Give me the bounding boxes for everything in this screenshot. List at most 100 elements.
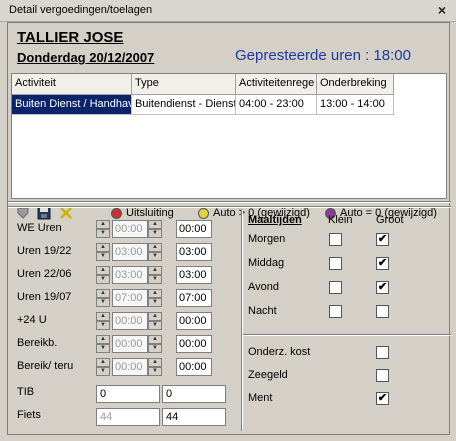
hours-row-label: Uren 22/06 [17, 268, 72, 280]
spin-down-icon[interactable]: ▼ [96, 298, 110, 307]
time-from-input[interactable]: 00:00 [112, 335, 148, 353]
extra-label: Zeegeld [248, 369, 288, 381]
time-to-input[interactable]: 00:00 [176, 358, 212, 376]
time-spinner[interactable]: ▲ ▼ [96, 220, 110, 238]
spin-down-icon[interactable]: ▼ [96, 321, 110, 330]
spin-up-icon[interactable]: ▲ [148, 289, 162, 298]
divider [8, 206, 451, 208]
meal-large-checkbox[interactable] [376, 305, 389, 318]
spin-down-icon[interactable]: ▼ [148, 367, 162, 376]
time-spinner[interactable]: ▲ ▼ [96, 243, 110, 261]
extra-checkbox[interactable]: ✔ [376, 392, 389, 405]
tib-label: TIB [17, 386, 35, 398]
grid-cell-onderbreking[interactable]: 13:00 - 14:00 [317, 95, 394, 115]
legend-label: Uitsluiting [126, 207, 174, 219]
meal-small-checkbox[interactable] [329, 281, 342, 294]
meal-large-checkbox[interactable]: ✔ [376, 281, 389, 294]
meal-small-checkbox[interactable] [329, 305, 342, 318]
spin-down-icon[interactable]: ▼ [148, 275, 162, 284]
meal-large-checkbox[interactable]: ✔ [376, 233, 389, 246]
grid-cell-type[interactable]: Buitendienst - Dienst [132, 95, 236, 115]
column-header-activiteitenregeling[interactable]: Activiteitenrege [236, 74, 317, 95]
extra-label: Ment [248, 392, 273, 404]
spin-down-icon[interactable]: ▼ [96, 367, 110, 376]
date-label: Donderdag 20/12/2007 [17, 50, 155, 65]
spin-up-icon[interactable]: ▲ [96, 358, 110, 367]
close-icon[interactable]: × [434, 3, 450, 19]
time-from-input[interactable]: 03:00 [112, 266, 148, 284]
time-to-input[interactable]: 00:00 [176, 312, 212, 330]
extra-checkbox[interactable] [376, 346, 389, 359]
spin-up-icon[interactable]: ▲ [96, 266, 110, 275]
spin-down-icon[interactable]: ▼ [96, 252, 110, 261]
time-from-input[interactable]: 00:00 [112, 312, 148, 330]
spin-up-icon[interactable]: ▲ [148, 220, 162, 229]
time-spinner[interactable]: ▲ ▼ [96, 289, 110, 307]
spin-up-icon[interactable]: ▲ [148, 312, 162, 321]
spin-down-icon[interactable]: ▼ [148, 344, 162, 353]
window-title: Detail vergoedingen/toelagen [9, 4, 153, 16]
tib-right-input[interactable]: 0 [162, 385, 226, 403]
column-header-onderbreking[interactable]: Onderbreking [317, 74, 394, 95]
tib-left-input[interactable]: 0 [96, 385, 160, 403]
fiets-right-input[interactable]: 44 [162, 408, 226, 426]
save-icon[interactable] [37, 206, 51, 220]
time-to-input[interactable]: 00:00 [176, 220, 212, 238]
time-spinner[interactable]: ▲ ▼ [148, 289, 162, 307]
meal-small-checkbox[interactable] [329, 233, 342, 246]
spin-down-icon[interactable]: ▼ [148, 229, 162, 238]
time-spinner[interactable]: ▲ ▼ [96, 266, 110, 284]
spin-up-icon[interactable]: ▲ [96, 220, 110, 229]
time-spinner[interactable]: ▲ ▼ [96, 358, 110, 376]
spin-up-icon[interactable]: ▲ [96, 335, 110, 344]
meal-large-checkbox[interactable]: ✔ [376, 257, 389, 270]
spin-down-icon[interactable]: ▼ [96, 229, 110, 238]
time-to-input[interactable]: 03:00 [176, 266, 212, 284]
column-header-activiteit[interactable]: Activiteit [12, 74, 132, 95]
spin-up-icon[interactable]: ▲ [148, 335, 162, 344]
spin-up-icon[interactable]: ▲ [96, 289, 110, 298]
time-from-input[interactable]: 00:00 [112, 220, 148, 238]
grid-cell-activiteitenregeling[interactable]: 04:00 - 23:00 [236, 95, 317, 115]
time-from-input[interactable]: 03:00 [112, 243, 148, 261]
vertical-divider [241, 209, 243, 431]
hours-row-label: Bereik/ teru [17, 360, 74, 372]
detail-window: TALLIER JOSE Donderdag 20/12/2007 Gepres… [7, 22, 451, 435]
red-dot-icon [111, 207, 122, 219]
time-spinner[interactable]: ▲ ▼ [148, 220, 162, 238]
spin-down-icon[interactable]: ▼ [148, 298, 162, 307]
shield-icon[interactable] [16, 206, 30, 220]
spin-down-icon[interactable]: ▼ [96, 275, 110, 284]
spin-down-icon[interactable]: ▼ [96, 344, 110, 353]
grid-cell-activiteit[interactable]: Buiten Dienst / Handhav [12, 95, 132, 115]
time-from-input[interactable]: 07:00 [112, 289, 148, 307]
time-spinner[interactable]: ▲ ▼ [148, 266, 162, 284]
cancel-icon[interactable] [59, 206, 73, 220]
spin-up-icon[interactable]: ▲ [96, 243, 110, 252]
spin-up-icon[interactable]: ▲ [148, 243, 162, 252]
hours-row-label: Uren 19/22 [17, 245, 72, 257]
meal-label: Nacht [248, 305, 277, 317]
extra-checkbox[interactable] [376, 369, 389, 382]
time-to-input[interactable]: 00:00 [176, 335, 212, 353]
time-spinner[interactable]: ▲ ▼ [96, 312, 110, 330]
spin-up-icon[interactable]: ▲ [148, 358, 162, 367]
time-spinner[interactable]: ▲ ▼ [148, 335, 162, 353]
time-spinner[interactable]: ▲ ▼ [148, 312, 162, 330]
activity-grid[interactable]: Activiteit Type Activiteitenrege Onderbr… [11, 73, 447, 199]
time-spinner[interactable]: ▲ ▼ [148, 358, 162, 376]
column-header-type[interactable]: Type [132, 74, 236, 95]
fiets-left-input[interactable]: 44 [96, 408, 160, 426]
meal-small-checkbox[interactable] [329, 257, 342, 270]
meals-col-large: Groot [376, 214, 404, 226]
time-from-input[interactable]: 00:00 [112, 358, 148, 376]
spin-up-icon[interactable]: ▲ [148, 266, 162, 275]
spin-up-icon[interactable]: ▲ [96, 312, 110, 321]
time-spinner[interactable]: ▲ ▼ [96, 335, 110, 353]
meal-label: Morgen [248, 233, 286, 245]
time-spinner[interactable]: ▲ ▼ [148, 243, 162, 261]
spin-down-icon[interactable]: ▼ [148, 252, 162, 261]
spin-down-icon[interactable]: ▼ [148, 321, 162, 330]
time-to-input[interactable]: 03:00 [176, 243, 212, 261]
time-to-input[interactable]: 07:00 [176, 289, 212, 307]
